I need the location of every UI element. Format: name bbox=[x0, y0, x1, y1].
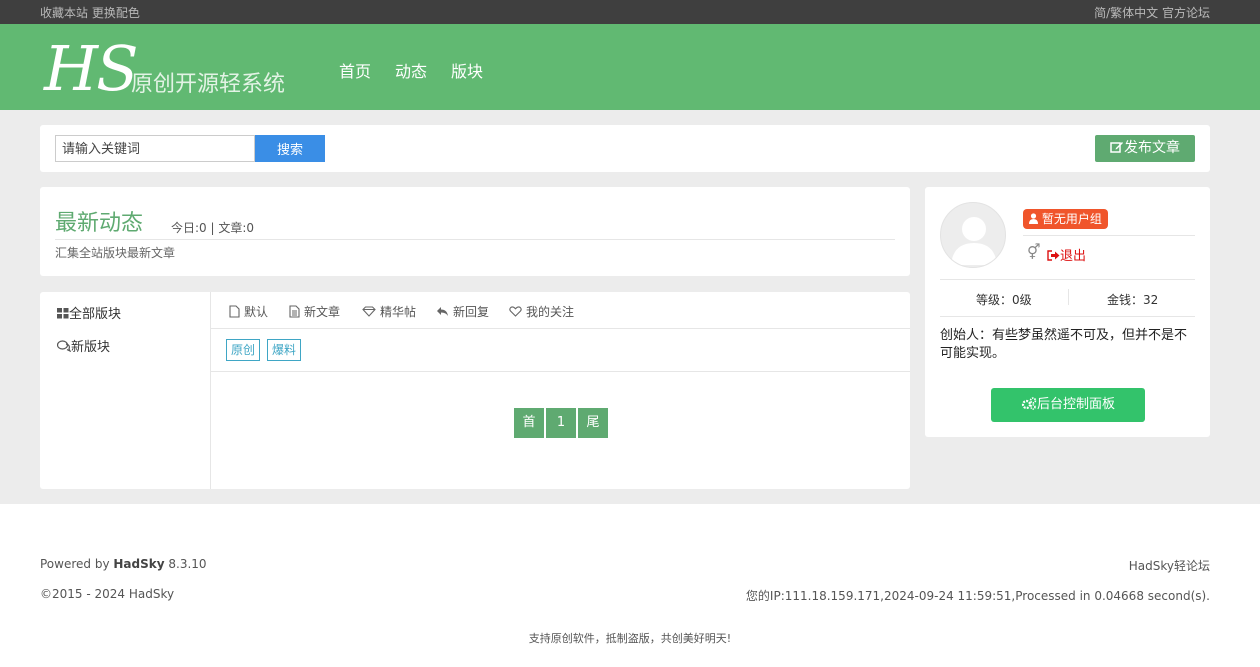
top-bar: 收藏本站 更换配色 简/繁体中文 官方论坛 bbox=[0, 0, 1260, 24]
tab-new-replies[interactable]: 新回复 bbox=[436, 303, 489, 320]
admin-panel-label: 后台控制面板 bbox=[1036, 397, 1115, 412]
divider bbox=[940, 279, 1195, 280]
sidebar-item-all-boards[interactable]: 全部版块 bbox=[57, 303, 121, 322]
tab-following[interactable]: 我的关注 bbox=[509, 303, 574, 320]
usergroup-label: 暂无用户组 bbox=[1041, 212, 1102, 226]
divider bbox=[940, 316, 1195, 317]
usergroup-badge: 暂无用户组 bbox=[1023, 209, 1108, 229]
post-article-label: 发布文章 bbox=[1124, 140, 1180, 156]
page-number[interactable]: 1 bbox=[546, 408, 577, 438]
tab-label: 新回复 bbox=[453, 305, 490, 319]
sign-out-icon bbox=[1047, 250, 1060, 261]
forum-link[interactable]: HadSky轻论坛 bbox=[1129, 557, 1210, 574]
ip-info: 您的IP:111.18.159.171,2024-09-24 11:59:51,… bbox=[745, 589, 1210, 603]
copyright: ©2015 - 2024 HadSky bbox=[40, 587, 175, 601]
file-text-icon bbox=[289, 305, 300, 318]
sidebar-item-label: 新版块 bbox=[71, 340, 111, 355]
feed-info-card: 最新动态 今日:0 | 文章:0 汇集全站版块最新文章 bbox=[40, 187, 910, 276]
slogan: 支持原创软件，抵制盗版，共创美好明天! bbox=[528, 632, 732, 645]
page-last[interactable]: 尾 bbox=[578, 408, 609, 438]
topbar-right-links[interactable]: 简/繁体中文 官方论坛 bbox=[1094, 4, 1210, 21]
topbar-left-links[interactable]: 收藏本站 更换配色 bbox=[40, 4, 140, 21]
feed-stats: 今日:0 | 文章:0 bbox=[171, 221, 255, 235]
edit-icon bbox=[1110, 142, 1123, 153]
user-icon bbox=[1029, 213, 1038, 224]
divider bbox=[1023, 235, 1195, 236]
post-article-button[interactable]: 发布文章 bbox=[1095, 135, 1195, 162]
diamond-icon bbox=[362, 306, 376, 317]
logo-subtitle: 原创开源轻系统 bbox=[131, 72, 286, 97]
tab-label: 精华帖 bbox=[380, 305, 417, 319]
tab-featured[interactable]: 精华帖 bbox=[362, 303, 416, 320]
tab-new-articles[interactable]: 新文章 bbox=[289, 303, 340, 320]
tag-breaking[interactable]: 爆料 bbox=[267, 339, 302, 361]
page-first[interactable]: 首 bbox=[514, 408, 545, 438]
user-level: 等级：0级 bbox=[976, 293, 1032, 307]
search-button[interactable]: 搜索 bbox=[255, 135, 325, 162]
comments-icon bbox=[56, 340, 72, 353]
logout-link[interactable]: 退出 bbox=[1047, 245, 1086, 264]
tab-default[interactable]: 默认 bbox=[229, 303, 268, 320]
nav-feed[interactable]: 动态 bbox=[395, 62, 427, 81]
board-sidebar: 全部版块 新版块 bbox=[40, 292, 211, 489]
default-user-icon bbox=[951, 217, 997, 265]
admin-panel-button[interactable]: 后台控制面板 bbox=[991, 388, 1145, 422]
search-card: 搜索 发布文章 bbox=[40, 125, 1210, 172]
nav-home[interactable]: 首页 bbox=[339, 62, 371, 81]
tab-label: 默认 bbox=[244, 305, 269, 319]
main-nav: 首页 动态 版块 bbox=[339, 58, 507, 82]
divider bbox=[55, 239, 895, 240]
powered-by: Powered by HadSky 8.3.10 bbox=[40, 557, 207, 571]
divider bbox=[1068, 289, 1069, 305]
logout-label: 退出 bbox=[1060, 249, 1087, 264]
logo[interactable]: HS bbox=[44, 32, 139, 105]
tab-label: 新文章 bbox=[304, 305, 341, 319]
cogs-icon bbox=[1021, 397, 1037, 410]
site-header: HS 原创开源轻系统 首页 动态 版块 bbox=[0, 24, 1260, 110]
heart-icon bbox=[509, 306, 522, 317]
powered-prefix: Powered by bbox=[40, 557, 114, 571]
avatar[interactable] bbox=[940, 202, 1006, 268]
footer: Powered by HadSky 8.3.10 HadSky轻论坛 ©2015… bbox=[0, 504, 1260, 667]
tag-filter: 原创 爆料 bbox=[211, 329, 910, 372]
sort-tabs: 默认 新文章 精华帖 新回复 我的关注 bbox=[211, 292, 910, 329]
page-title: 最新动态 bbox=[55, 211, 144, 236]
article-list-card: 全部版块 新版块 默认 新文章 精华帖 新回复 我的关注 原创 爆料 首 1 尾 bbox=[40, 292, 910, 489]
feed-description: 汇集全站版块最新文章 bbox=[55, 246, 176, 260]
powered-version: 8.3.10 bbox=[164, 557, 207, 571]
sidebar-item-new-board[interactable]: 新版块 bbox=[56, 336, 111, 355]
reply-icon bbox=[437, 307, 448, 316]
file-icon bbox=[229, 305, 240, 318]
user-panel: 暂无用户组 ⚥ 退出 等级：0级 金钱：32 创始人：有些梦虽然遥不可及，但并不… bbox=[925, 187, 1210, 437]
gender-icon: ⚥ bbox=[1027, 243, 1041, 261]
grid-icon bbox=[57, 308, 69, 319]
user-money: 金钱：32 bbox=[1107, 293, 1159, 307]
sidebar-item-label: 全部版块 bbox=[69, 307, 122, 322]
powered-brand-link[interactable]: HadSky bbox=[113, 557, 164, 571]
search-input[interactable] bbox=[55, 135, 255, 162]
nav-boards[interactable]: 版块 bbox=[451, 62, 483, 81]
user-signature: 创始人：有些梦虽然遥不可及，但并不是不可能实现。 bbox=[940, 328, 1188, 361]
tab-label: 我的关注 bbox=[526, 305, 575, 319]
tag-original[interactable]: 原创 bbox=[226, 339, 261, 361]
